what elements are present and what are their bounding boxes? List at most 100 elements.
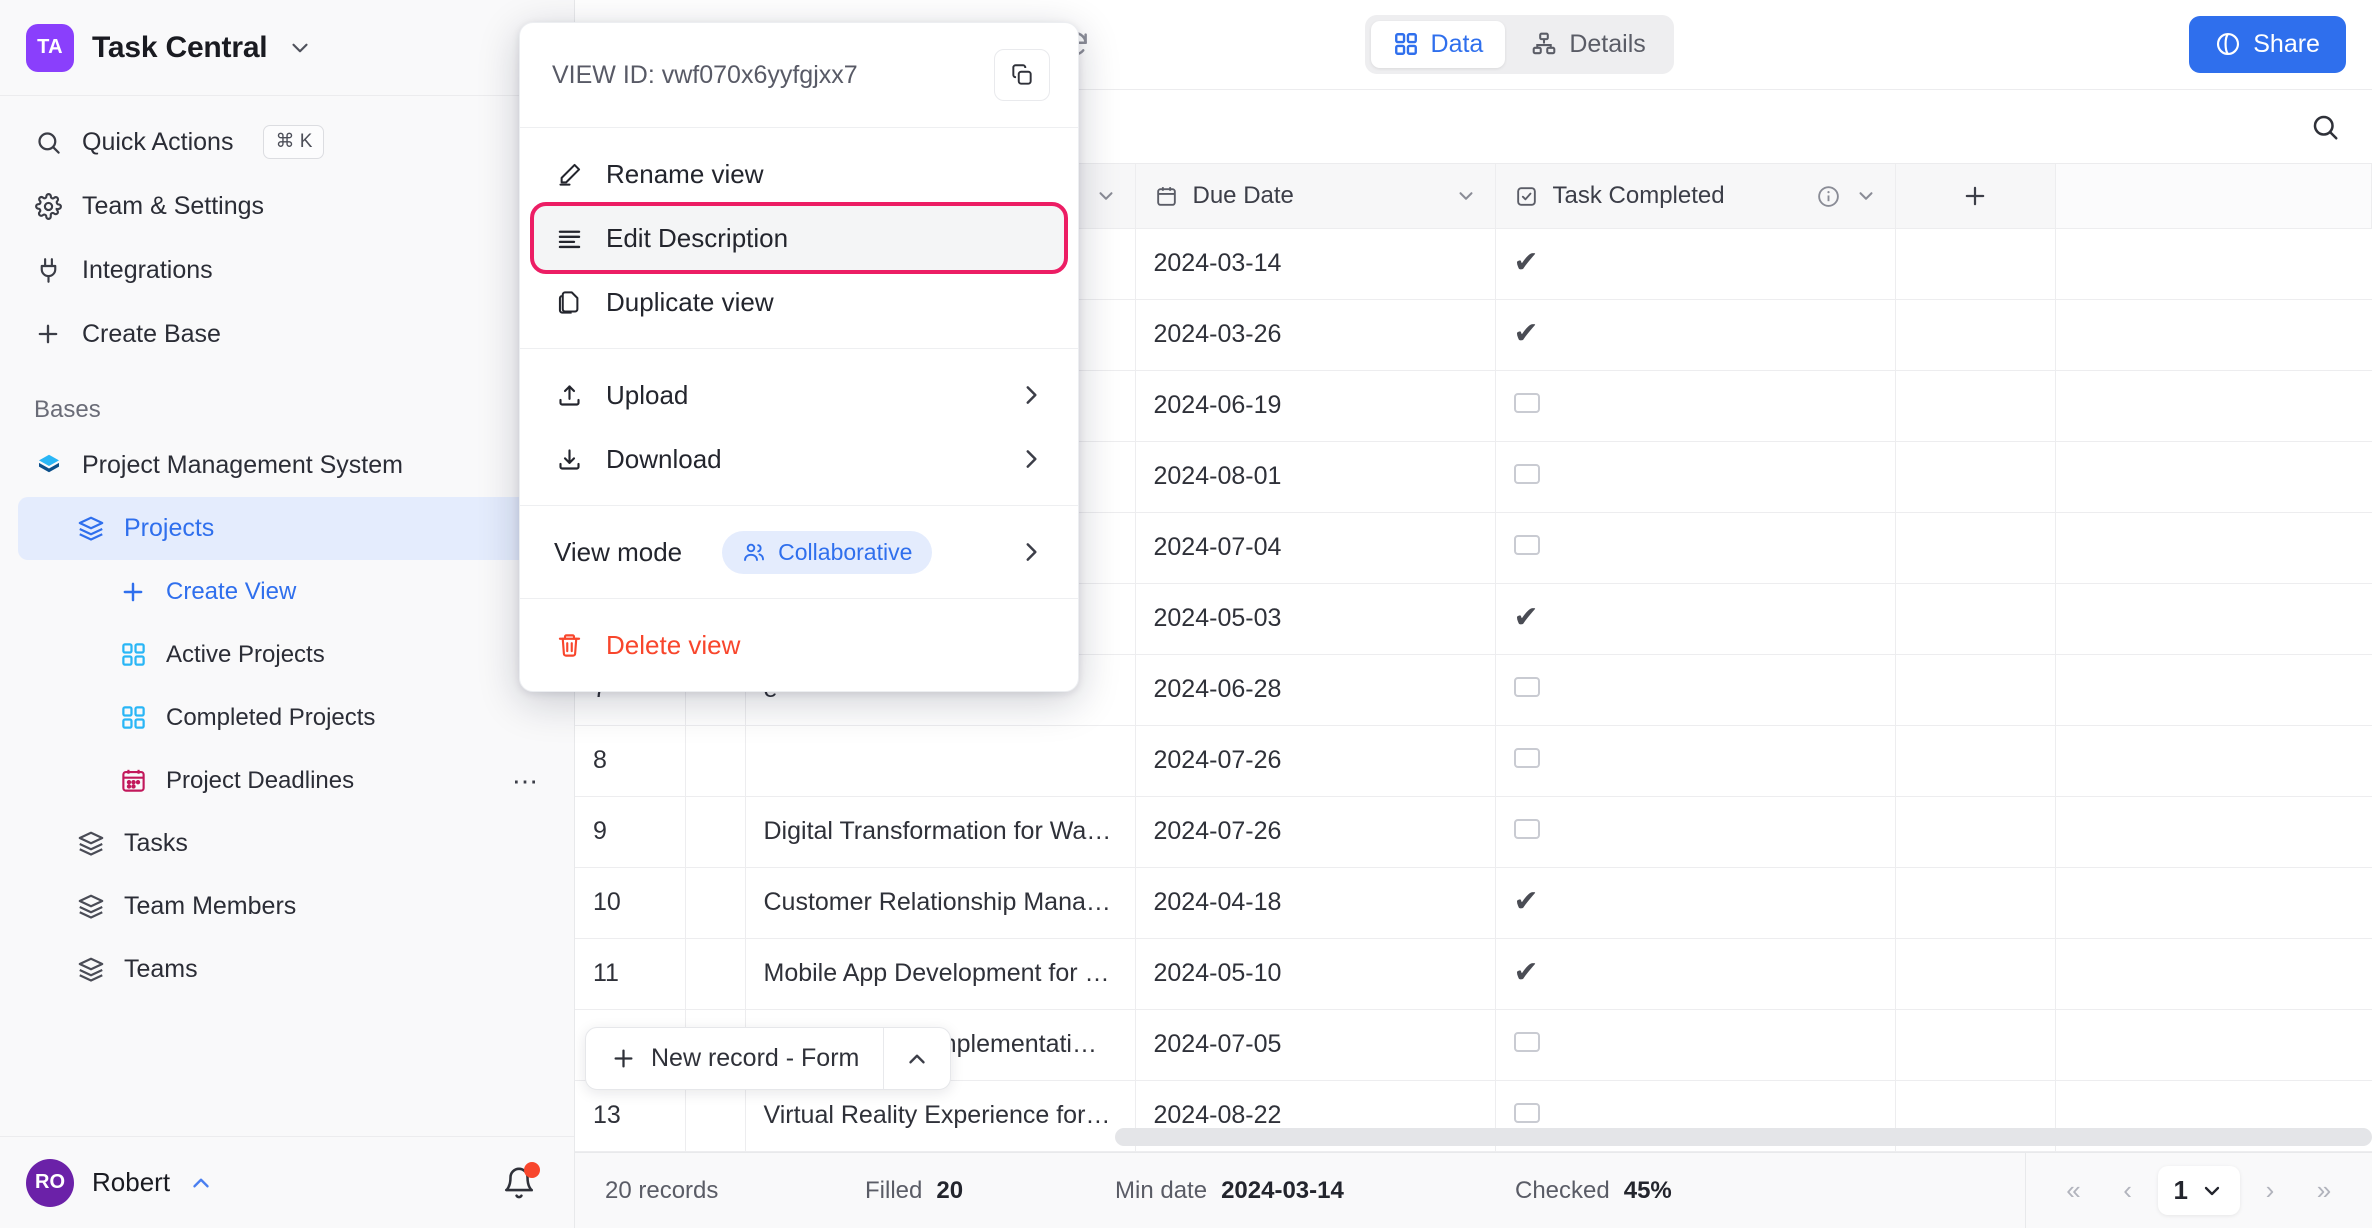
row-select-cell[interactable] bbox=[685, 1080, 746, 1152]
sidebar-item-integrations[interactable]: Integrations bbox=[18, 238, 556, 302]
notification-bell-button[interactable] bbox=[490, 1154, 548, 1212]
sidebar-view-project-deadlines[interactable]: Project Deadlines ⋯ bbox=[18, 749, 556, 812]
cell-due-date[interactable]: 2024-06-19 bbox=[1135, 370, 1496, 442]
next-page-button[interactable]: › bbox=[2246, 1167, 2294, 1215]
cell-task-completed[interactable]: ✔ bbox=[1495, 938, 1896, 1010]
cell-task-completed[interactable] bbox=[1495, 370, 1896, 442]
view-mode-badge[interactable]: Collaborative bbox=[722, 530, 933, 574]
chevron-down-icon[interactable] bbox=[1455, 185, 1477, 207]
add-field-button[interactable] bbox=[1895, 164, 2056, 229]
cell-due-date[interactable]: 2024-03-26 bbox=[1135, 299, 1496, 371]
status-min-date[interactable]: Min date 2024-03-14 bbox=[1085, 1177, 1485, 1205]
header-due-date[interactable]: Due Date bbox=[1135, 164, 1496, 229]
row-select-cell[interactable] bbox=[685, 725, 746, 797]
cell-task-completed[interactable]: ✔ bbox=[1495, 228, 1896, 300]
tab-data[interactable]: Data bbox=[1370, 20, 1506, 68]
table-row[interactable]: 9 Digital Transformation for Wa… 2024-07-2… bbox=[575, 796, 2372, 868]
table-row[interactable]: 11 Mobile App Development for … 2024-05-10… bbox=[575, 938, 2372, 1010]
copy-icon[interactable] bbox=[994, 49, 1050, 101]
chevron-right-icon bbox=[1018, 446, 1044, 472]
cell-due-date[interactable]: 2024-05-10 bbox=[1135, 938, 1496, 1010]
tab-details[interactable]: Details bbox=[1509, 21, 1667, 68]
table-row[interactable]: 8 2024-07-26 bbox=[575, 725, 2372, 797]
cell-due-date[interactable]: 2024-07-04 bbox=[1135, 512, 1496, 584]
row-select-cell[interactable] bbox=[685, 796, 746, 868]
new-record-main[interactable]: New record - Form bbox=[586, 1028, 883, 1089]
chevron-down-icon[interactable] bbox=[1855, 185, 1877, 207]
table-row[interactable]: 10 Customer Relationship Mana… 2024-04-18 ✔ bbox=[575, 867, 2372, 939]
cell-task-completed[interactable]: ✔ bbox=[1495, 299, 1896, 371]
row-select-cell[interactable] bbox=[685, 938, 746, 1010]
row-select-cell[interactable] bbox=[685, 1151, 746, 1152]
sidebar-item-create-view[interactable]: Create View bbox=[18, 560, 556, 623]
cell-due-date[interactable]: 2024-07-26 bbox=[1135, 725, 1496, 797]
cell-due-date[interactable]: 2024-06-28 bbox=[1135, 654, 1496, 726]
search-icon[interactable] bbox=[2304, 106, 2346, 148]
cell-spacer bbox=[2055, 441, 2372, 513]
cell-task-completed[interactable] bbox=[1495, 654, 1896, 726]
tab-label: Details bbox=[1569, 29, 1646, 58]
cell-due-date[interactable]: 2024-03-14 bbox=[1135, 228, 1496, 300]
cell-project-name[interactable] bbox=[745, 725, 1136, 797]
status-checked[interactable]: Checked 45% bbox=[1485, 1177, 2025, 1205]
chevron-up-icon[interactable] bbox=[188, 1170, 214, 1196]
horizontal-scrollbar[interactable] bbox=[1115, 1128, 2372, 1146]
sidebar-table-team-members[interactable]: Team Members bbox=[18, 875, 556, 938]
cell-project-name[interactable]: tive for Pa… bbox=[745, 1151, 1136, 1152]
cell-project-name[interactable]: Customer Relationship Mana… bbox=[745, 867, 1136, 939]
row-select-cell[interactable] bbox=[685, 867, 746, 939]
table-row[interactable]: 14 tive for Pa…2024-06-28 bbox=[575, 1151, 2372, 1152]
cell-project-name[interactable]: Virtual Reality Experience for… bbox=[745, 1080, 1136, 1152]
sidebar-view-completed-projects[interactable]: Completed Projects bbox=[18, 686, 556, 749]
prev-page-button[interactable]: ‹ bbox=[2104, 1167, 2152, 1215]
cell-task-completed[interactable]: ✔ bbox=[1495, 867, 1896, 939]
last-page-button[interactable]: » bbox=[2300, 1167, 2348, 1215]
cell-task-completed[interactable] bbox=[1495, 725, 1896, 797]
cell-task-completed[interactable] bbox=[1495, 796, 1896, 868]
menu-item-upload[interactable]: Upload bbox=[534, 363, 1064, 427]
sidebar-table-teams[interactable]: Teams bbox=[18, 938, 556, 1001]
cell-due-date[interactable]: 2024-08-01 bbox=[1135, 441, 1496, 513]
menu-item-duplicate-view[interactable]: Duplicate view bbox=[534, 270, 1064, 334]
sidebar-base-project-management-system[interactable]: Project Management System bbox=[18, 434, 556, 497]
chevron-down-icon[interactable] bbox=[1095, 185, 1117, 207]
cell-due-date[interactable]: 2024-04-18 bbox=[1135, 867, 1496, 939]
menu-item-view-mode[interactable]: View mode Collaborative bbox=[534, 520, 1064, 584]
share-button[interactable]: Share bbox=[2189, 15, 2346, 73]
cell-due-date[interactable]: 2024-05-03 bbox=[1135, 583, 1496, 655]
info-icon[interactable] bbox=[1816, 184, 1841, 209]
check-mark-icon: ✔ bbox=[1513, 601, 1539, 635]
sidebar-item-quick-actions[interactable]: Quick Actions ⌘ K bbox=[18, 110, 556, 174]
cell-due-date[interactable]: 2024-07-26 bbox=[1135, 796, 1496, 868]
header-task-completed[interactable]: Task Completed bbox=[1495, 164, 1896, 229]
view-row-more-icon[interactable]: ⋯ bbox=[512, 768, 540, 794]
cell-due-date[interactable]: 2024-06-28 bbox=[1135, 1151, 1496, 1152]
sidebar-view-active-projects[interactable]: Active Projects bbox=[18, 623, 556, 686]
menu-item-edit-description[interactable]: Edit Description bbox=[530, 202, 1068, 274]
sidebar-table-projects[interactable]: Projects bbox=[18, 497, 556, 560]
menu-item-download[interactable]: Download bbox=[534, 427, 1064, 491]
cell-due-date[interactable]: 2024-07-05 bbox=[1135, 1009, 1496, 1081]
chevron-up-icon[interactable] bbox=[884, 1030, 950, 1088]
cell-task-completed[interactable] bbox=[1495, 1009, 1896, 1081]
menu-item-delete-view[interactable]: Delete view bbox=[534, 613, 1064, 677]
sidebar-table-tasks[interactable]: Tasks bbox=[18, 812, 556, 875]
sidebar-item-create-base[interactable]: Create Base bbox=[18, 302, 556, 366]
view-context-menu: VIEW ID: vwf070x6yyfgjxx7 Rename view Ed… bbox=[519, 22, 1079, 692]
menu-item-label: Upload bbox=[606, 379, 689, 410]
menu-item-rename-view[interactable]: Rename view bbox=[534, 142, 1064, 206]
cell-task-completed[interactable] bbox=[1495, 441, 1896, 513]
status-filled[interactable]: Filled 20 bbox=[835, 1177, 1085, 1205]
page-selector[interactable]: 1 bbox=[2157, 1166, 2240, 1215]
first-page-button[interactable]: « bbox=[2050, 1167, 2098, 1215]
cell-project-name[interactable]: Mobile App Development for … bbox=[745, 938, 1136, 1010]
cell-task-completed[interactable]: ✔ bbox=[1495, 583, 1896, 655]
cell-task-completed[interactable] bbox=[1495, 1151, 1896, 1152]
workspace-header[interactable]: TA Task Central bbox=[0, 0, 574, 96]
new-record-form-button[interactable]: New record - Form bbox=[585, 1027, 952, 1090]
menu-item-label: Download bbox=[606, 443, 722, 474]
cell-task-completed[interactable] bbox=[1495, 512, 1896, 584]
sidebar-item-team-settings[interactable]: Team & Settings bbox=[18, 174, 556, 238]
chevron-down-icon[interactable] bbox=[287, 35, 313, 61]
cell-project-name[interactable]: Digital Transformation for Wa… bbox=[745, 796, 1136, 868]
